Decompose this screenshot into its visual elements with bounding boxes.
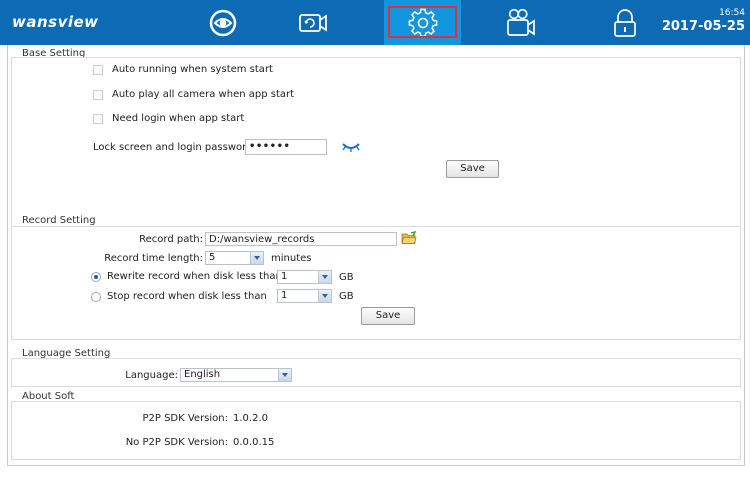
record-path-field[interactable]: D:/wansview_records [205, 232, 397, 246]
chevron-down-icon[interactable] [318, 290, 331, 302]
record-camera-icon [507, 8, 535, 36]
stop-record-label: Stop record when disk less than [107, 291, 267, 302]
auto-running-option[interactable]: Auto running when system start [93, 64, 273, 75]
stop-threshold-unit: GB [339, 291, 354, 302]
auto-running-label: Auto running when system start [112, 64, 273, 75]
record-path-label: Record path: [139, 234, 203, 245]
stop-record-radio[interactable] [91, 291, 101, 302]
nav-record[interactable] [476, 0, 566, 45]
top-bar: wansview 16:54 2017-05-25 [0, 0, 750, 45]
show-password-eye-icon[interactable] [341, 141, 361, 153]
folder-icon[interactable] [401, 231, 417, 245]
rewrite-threshold-value: 1 [281, 271, 288, 282]
need-login-checkbox[interactable] [93, 113, 103, 124]
need-login-option[interactable]: Need login when app start [93, 113, 244, 124]
stop-record-option[interactable]: Stop record when disk less than [91, 291, 267, 302]
nav-lock[interactable] [580, 0, 670, 45]
auto-play-checkbox[interactable] [93, 89, 103, 100]
lock-icon [614, 8, 636, 37]
about-soft-panel [11, 401, 741, 460]
eye-icon [209, 9, 237, 36]
rewrite-record-radio[interactable] [91, 271, 101, 282]
record-save-button[interactable]: Save [361, 307, 415, 325]
rewrite-record-option[interactable]: Rewrite record when disk less than [91, 271, 282, 282]
password-label: Lock screen and login password: [93, 142, 256, 153]
language-value: English [184, 369, 221, 380]
record-time-value: 5 [209, 252, 216, 263]
nav-preview[interactable] [178, 0, 268, 45]
record-time-select[interactable]: 5 [205, 251, 264, 265]
record-setting-title: Record Setting [22, 215, 96, 226]
nav-playback[interactable] [268, 0, 358, 45]
video-playback-icon [299, 13, 327, 32]
record-time-unit: minutes [271, 253, 312, 264]
language-label: Language: [125, 370, 178, 381]
rewrite-record-label: Rewrite record when disk less than [107, 271, 282, 282]
rewrite-threshold-unit: GB [339, 272, 354, 283]
need-login-label: Need login when app start [112, 113, 245, 124]
password-field[interactable]: •••••• [245, 139, 327, 155]
auto-running-checkbox[interactable] [93, 64, 103, 75]
base-setting-panel [11, 57, 741, 249]
nop2p-version-label: No P2P SDK Version: [125, 437, 228, 448]
chevron-down-icon[interactable] [250, 252, 263, 264]
p2p-version-label: P2P SDK Version: [142, 413, 228, 424]
clock-time: 16:54 [719, 8, 745, 18]
base-save-button[interactable]: Save [446, 160, 499, 178]
nop2p-version-value: 0.0.0.15 [233, 437, 275, 448]
selected-tab-outline [388, 6, 457, 38]
auto-play-option[interactable]: Auto play all camera when app start [93, 89, 294, 100]
record-time-label: Record time length: [104, 253, 203, 264]
language-select[interactable]: English [180, 368, 292, 382]
rewrite-threshold-select[interactable]: 1 [277, 270, 332, 284]
nav-settings[interactable] [384, 0, 461, 45]
stop-threshold-value: 1 [281, 290, 288, 301]
clock: 16:54 2017-05-25 [662, 8, 745, 34]
p2p-version-value: 1.0.2.0 [233, 413, 268, 424]
stop-threshold-select[interactable]: 1 [277, 289, 332, 303]
clock-date: 2017-05-25 [661, 19, 745, 34]
app-logo: wansview [12, 13, 99, 31]
auto-play-label: Auto play all camera when app start [112, 89, 295, 100]
chevron-down-icon[interactable] [278, 369, 291, 381]
settings-content: Base Setting Auto running when system st… [7, 45, 745, 466]
chevron-down-icon[interactable] [318, 271, 331, 283]
